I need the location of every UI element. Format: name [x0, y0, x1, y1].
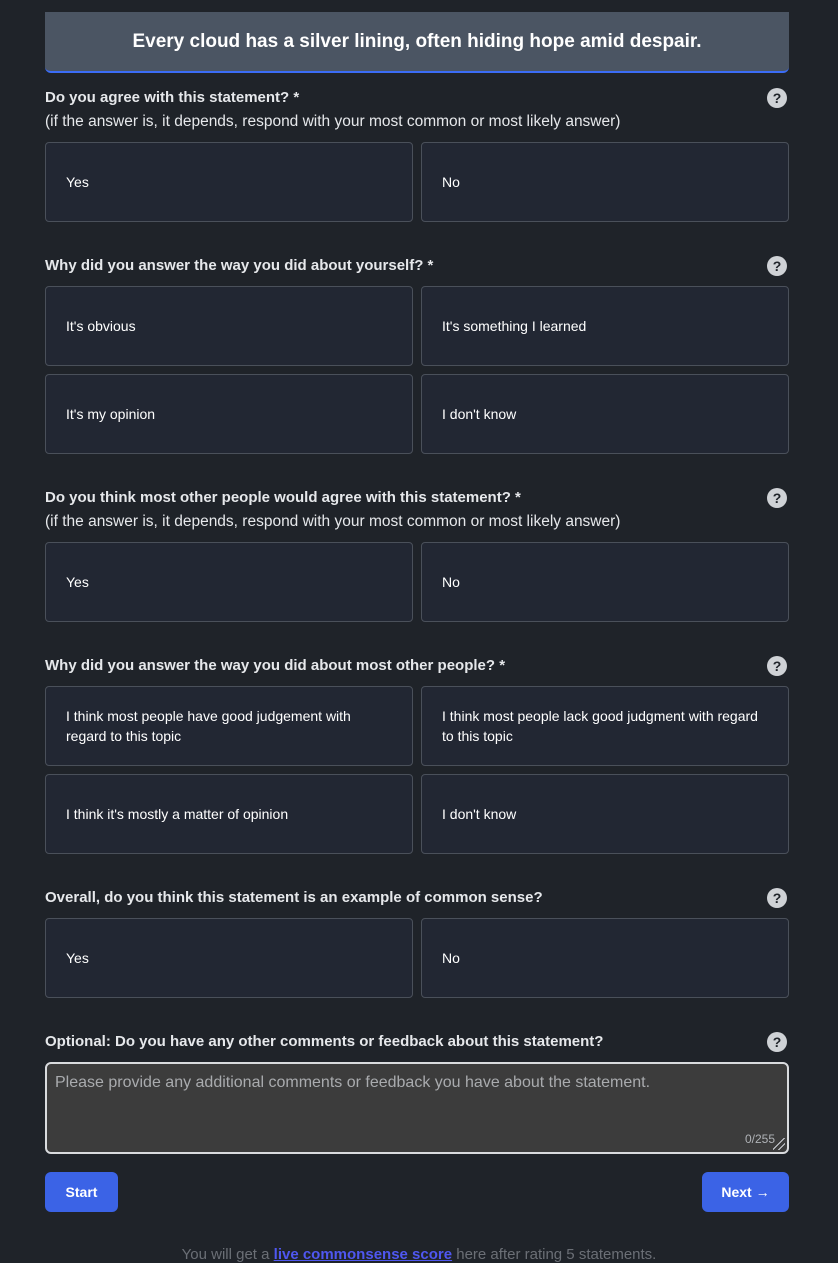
question-subtitle: (if the answer is, it depends, respond w…	[45, 113, 621, 130]
question-title: Do you think most other people would agr…	[45, 489, 521, 506]
score-footer: You will get a live commonsense score he…	[0, 1246, 838, 1263]
question-subtitle: (if the answer is, it depends, respond w…	[45, 513, 621, 530]
question-comments: Optional: Do you have any other comments…	[45, 1030, 789, 1054]
help-icon[interactable]: ?	[767, 88, 787, 108]
option-others-yes[interactable]: Yes	[45, 542, 413, 622]
comments-label-text: Do you have any other comments or feedba…	[115, 1033, 604, 1050]
option-self-learned[interactable]: It's something I learned	[421, 286, 789, 366]
option-agree-no[interactable]: No	[421, 142, 789, 222]
option-others-lack-judgment[interactable]: I think most people lack good judgment w…	[421, 686, 789, 766]
question-agree: Do you agree with this statement? * (if …	[45, 86, 789, 134]
help-icon[interactable]: ?	[767, 256, 787, 276]
question-common-sense: Overall, do you think this statement is …	[45, 886, 789, 910]
option-others-no[interactable]: No	[421, 542, 789, 622]
option-self-dont-know[interactable]: I don't know	[421, 374, 789, 454]
question-others-agree: Do you think most other people would agr…	[45, 486, 789, 534]
option-self-opinion[interactable]: It's my opinion	[45, 374, 413, 454]
question-title: Overall, do you think this statement is …	[45, 889, 543, 906]
question-title: Why did you answer the way you did about…	[45, 257, 434, 274]
comments-label: Optional: Do you have any other comments…	[45, 1030, 789, 1054]
option-others-good-judgement[interactable]: I think most people have good judgement …	[45, 686, 413, 766]
help-icon[interactable]: ?	[767, 488, 787, 508]
next-button[interactable]: Next →	[702, 1172, 789, 1212]
option-others-opinion[interactable]: I think it's mostly a matter of opinion	[45, 774, 413, 854]
question-title: Why did you answer the way you did about…	[45, 657, 506, 674]
help-icon[interactable]: ?	[767, 888, 787, 908]
option-agree-yes[interactable]: Yes	[45, 142, 413, 222]
resize-handle-icon[interactable]	[773, 1138, 785, 1150]
start-button[interactable]: Start	[45, 1172, 118, 1212]
option-common-sense-yes[interactable]: Yes	[45, 918, 413, 998]
help-icon[interactable]: ?	[767, 656, 787, 676]
statement-banner: Every cloud has a silver lining, often h…	[45, 12, 789, 73]
live-score-link[interactable]: live commonsense score	[274, 1246, 452, 1263]
option-common-sense-no[interactable]: No	[421, 918, 789, 998]
option-self-obvious[interactable]: It's obvious	[45, 286, 413, 366]
char-counter: 0/255	[744, 1132, 775, 1146]
statement-text: Every cloud has a silver lining, often h…	[132, 30, 702, 52]
comments-textarea[interactable]	[47, 1064, 787, 1152]
footer-text-after: here after rating 5 statements.	[452, 1246, 657, 1263]
footer-text-before: You will get a	[181, 1246, 274, 1263]
question-why-self: Why did you answer the way you did about…	[45, 254, 789, 278]
question-why-others: Why did you answer the way you did about…	[45, 654, 789, 678]
comments-box: 0/255	[45, 1062, 789, 1154]
question-title: Do you agree with this statement? *	[45, 89, 300, 106]
help-icon[interactable]: ?	[767, 1032, 787, 1052]
comments-label-prefix: Optional:	[45, 1033, 111, 1050]
option-others-dont-know[interactable]: I don't know	[421, 774, 789, 854]
